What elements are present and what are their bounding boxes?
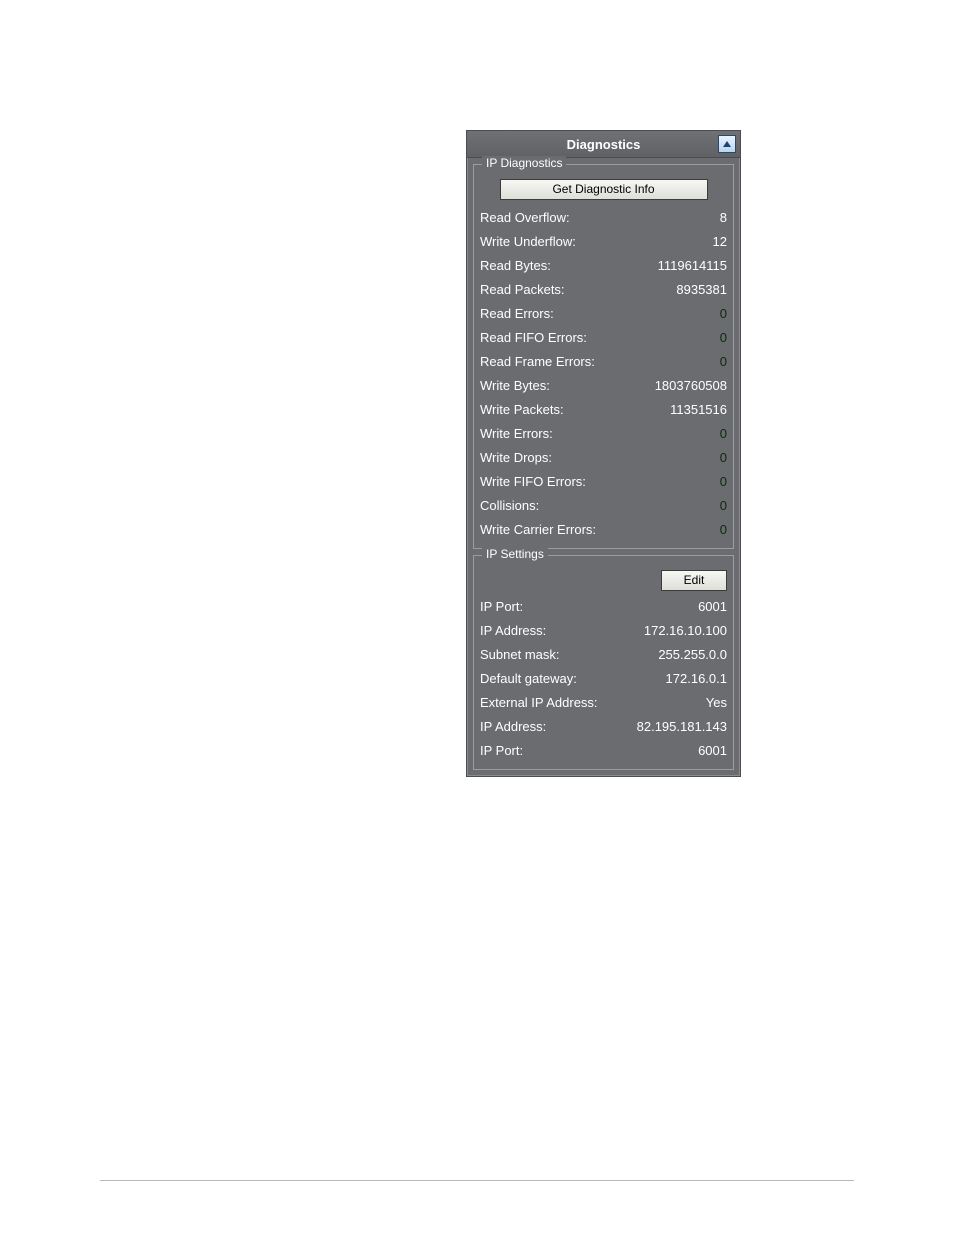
- ip-diagnostics-group: IP Diagnostics Get Diagnostic Info Read …: [473, 164, 734, 549]
- ip-diagnostics-legend: IP Diagnostics: [482, 156, 566, 170]
- diagnostics-label: Read Packets:: [480, 278, 565, 302]
- diagnostics-row: Read Bytes: 1119614115: [480, 254, 727, 278]
- diagnostics-row: Write Underflow: 12: [480, 230, 727, 254]
- diagnostics-value: 0: [720, 302, 727, 326]
- diagnostics-value: 0: [720, 422, 727, 446]
- settings-row: Default gateway: 172.16.0.1: [480, 667, 727, 691]
- diagnostics-row: Read FIFO Errors: 0: [480, 326, 727, 350]
- settings-value: 82.195.181.143: [637, 715, 727, 739]
- diagnostics-row: Write Drops: 0: [480, 446, 727, 470]
- settings-label: IP Address:: [480, 619, 546, 643]
- diagnostics-label: Collisions:: [480, 494, 539, 518]
- edit-button[interactable]: Edit: [661, 570, 727, 591]
- diagnostics-row: Read Overflow: 8: [480, 206, 727, 230]
- diagnostics-label: Read Frame Errors:: [480, 350, 595, 374]
- settings-value: 255.255.0.0: [658, 643, 727, 667]
- diagnostics-row: Write Carrier Errors: 0: [480, 518, 727, 542]
- diagnostics-row: Write Errors: 0: [480, 422, 727, 446]
- diagnostics-label: Write Packets:: [480, 398, 564, 422]
- diagnostics-panel: Diagnostics IP Diagnostics Get Diagnosti…: [466, 130, 741, 777]
- arrow-up-icon: [722, 140, 732, 148]
- settings-row: Subnet mask: 255.255.0.0: [480, 643, 727, 667]
- settings-value: Yes: [706, 691, 727, 715]
- settings-value: 172.16.0.1: [666, 667, 727, 691]
- diagnostics-row: Write FIFO Errors: 0: [480, 470, 727, 494]
- diagnostics-row: Collisions: 0: [480, 494, 727, 518]
- diagnostics-row: Read Packets: 8935381: [480, 278, 727, 302]
- settings-label: IP Port:: [480, 595, 523, 619]
- diagnostics-label: Write Drops:: [480, 446, 552, 470]
- settings-value: 6001: [698, 739, 727, 763]
- diagnostics-value: 0: [720, 494, 727, 518]
- diagnostics-row: Read Frame Errors: 0: [480, 350, 727, 374]
- panel-title: Diagnostics: [467, 137, 740, 152]
- diagnostics-label: Read Overflow:: [480, 206, 570, 230]
- panel-header: Diagnostics: [467, 131, 740, 158]
- diagnostics-value: 1119614115: [658, 254, 727, 278]
- diagnostics-value: 0: [720, 350, 727, 374]
- diagnostics-rows: Read Overflow:8Write Underflow:12Read By…: [480, 206, 727, 542]
- diagnostics-label: Write Underflow:: [480, 230, 576, 254]
- settings-value: 172.16.10.100: [644, 619, 727, 643]
- diagnostics-label: Write FIFO Errors:: [480, 470, 586, 494]
- diagnostics-value: 8: [720, 206, 727, 230]
- settings-row: External IP Address: Yes: [480, 691, 727, 715]
- diagnostics-value: 0: [720, 518, 727, 542]
- settings-row: IP Address: 82.195.181.143: [480, 715, 727, 739]
- diagnostics-label: Read Errors:: [480, 302, 554, 326]
- diagnostics-value: 0: [720, 470, 727, 494]
- settings-label: Subnet mask:: [480, 643, 560, 667]
- settings-value: 6001: [698, 595, 727, 619]
- diagnostics-value: 1803760508: [655, 374, 727, 398]
- diagnostics-row: Read Errors: 0: [480, 302, 727, 326]
- ip-settings-legend: IP Settings: [482, 547, 548, 561]
- diagnostics-label: Write Bytes:: [480, 374, 550, 398]
- get-diagnostic-info-button[interactable]: Get Diagnostic Info: [500, 179, 708, 200]
- diagnostics-label: Write Errors:: [480, 422, 553, 446]
- settings-row: IP Port: 6001: [480, 739, 727, 763]
- settings-label: IP Address:: [480, 715, 546, 739]
- diagnostics-value: 0: [720, 446, 727, 470]
- settings-label: External IP Address:: [480, 691, 598, 715]
- diagnostics-value: 0: [720, 326, 727, 350]
- settings-label: Default gateway:: [480, 667, 577, 691]
- diagnostics-label: Write Carrier Errors:: [480, 518, 596, 542]
- footer-divider: [100, 1180, 854, 1181]
- diagnostics-value: 11351516: [670, 398, 727, 422]
- settings-rows: IP Port:6001IP Address:172.16.10.100Subn…: [480, 595, 727, 763]
- diagnostics-label: Read Bytes:: [480, 254, 551, 278]
- settings-row: IP Port: 6001: [480, 595, 727, 619]
- collapse-button[interactable]: [718, 135, 736, 153]
- ip-settings-group: IP Settings Edit IP Port:6001IP Address:…: [473, 555, 734, 770]
- diagnostics-value: 12: [713, 230, 727, 254]
- diagnostics-value: 8935381: [676, 278, 727, 302]
- diagnostics-label: Read FIFO Errors:: [480, 326, 587, 350]
- settings-label: IP Port:: [480, 739, 523, 763]
- diagnostics-row: Write Bytes: 1803760508: [480, 374, 727, 398]
- settings-row: IP Address: 172.16.10.100: [480, 619, 727, 643]
- diagnostics-row: Write Packets: 11351516: [480, 398, 727, 422]
